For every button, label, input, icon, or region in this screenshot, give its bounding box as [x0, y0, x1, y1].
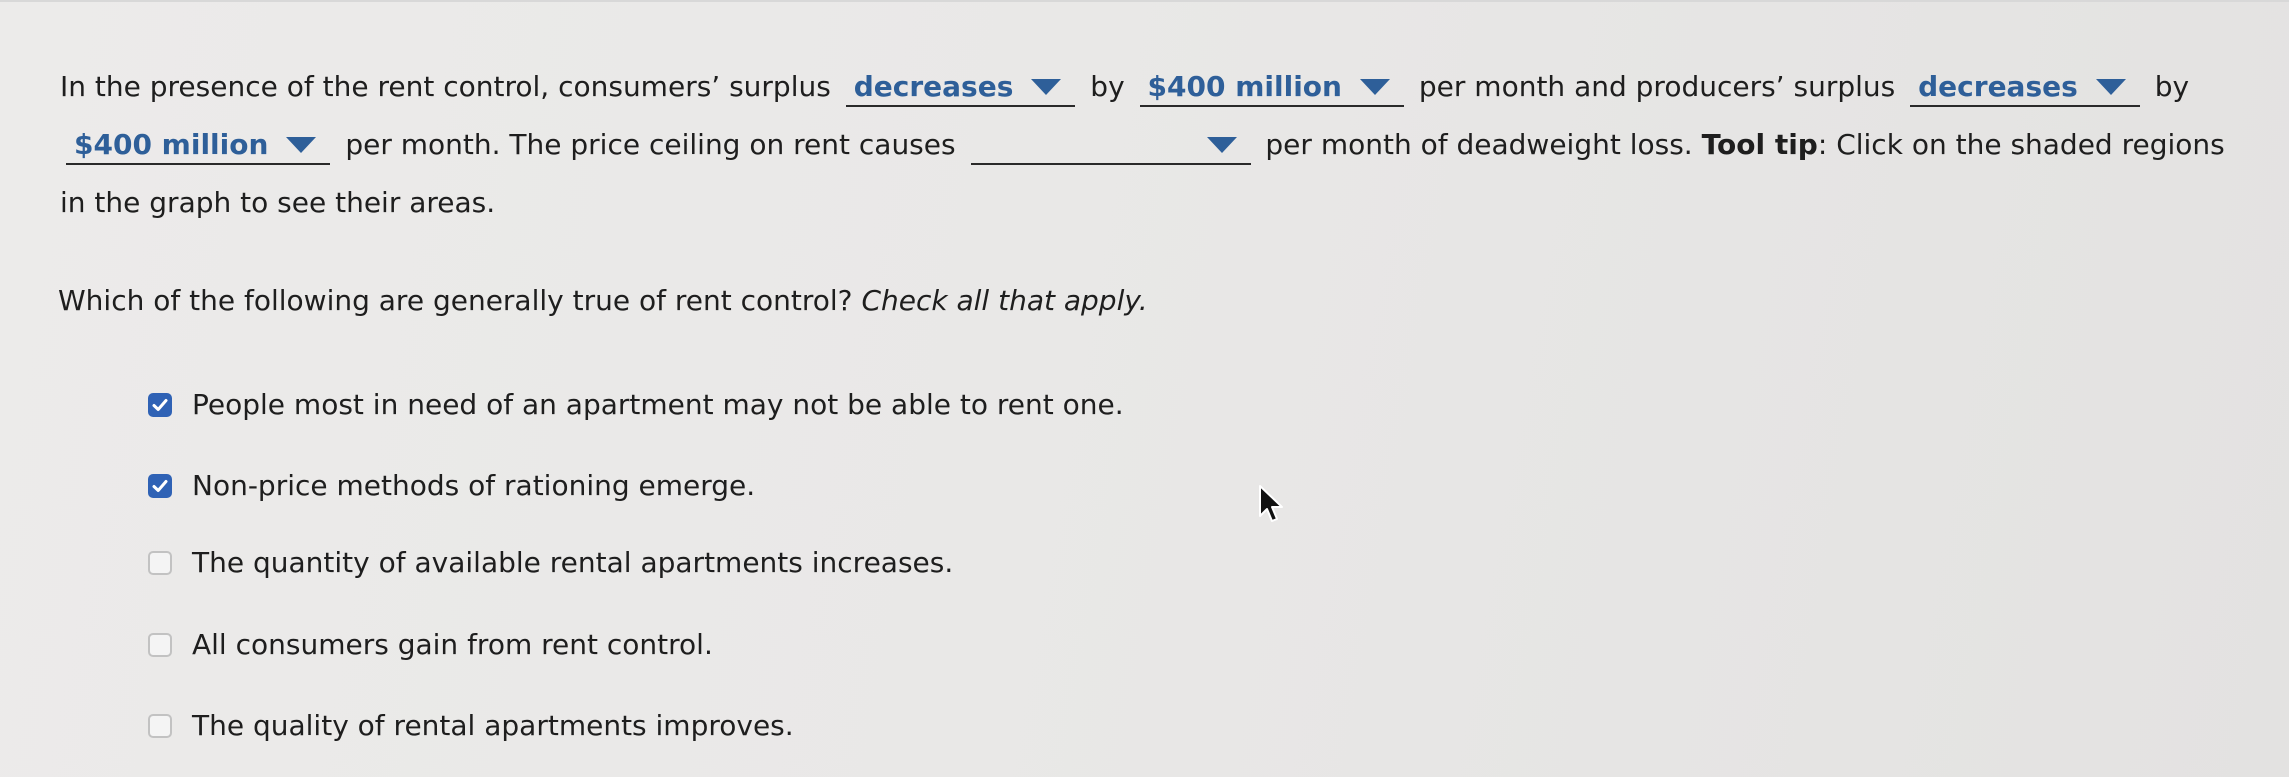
option-label: All consumers gain from rent control. [192, 628, 713, 661]
top-border [0, 0, 2289, 2]
checkmark-icon [152, 398, 168, 411]
dropdown-value: $400 million [1147, 70, 1342, 103]
option-checkbox[interactable] [148, 713, 172, 738]
answer-option-2[interactable]: Non-price methods of rationing emerge. [148, 469, 755, 502]
tool-tip-label: Tool tip [1701, 128, 1818, 161]
option-checkbox[interactable] [148, 550, 172, 575]
question-instruction: Check all that apply. [861, 284, 1148, 317]
caret-down-icon [1359, 79, 1390, 95]
option-checkbox[interactable] [148, 632, 172, 657]
dropdown-value: $400 million [74, 128, 269, 161]
option-label: Non-price methods of rationing emerge. [192, 469, 756, 502]
sentence-text: by [2154, 70, 2190, 103]
dropdown-value: decreases [853, 70, 1014, 103]
sentence-text: per month of deadweight loss. [1265, 128, 1693, 161]
sentence-text: per month and producers’ surplus [1418, 70, 1896, 103]
sentence-text: per month. The price ceiling on rent cau… [345, 128, 956, 161]
option-label: The quality of rental apartments improve… [192, 709, 794, 742]
answer-option-1[interactable]: People most in need of an apartment may … [148, 388, 1124, 421]
fill-in-sentence: In the presence of the rent control, con… [60, 58, 2240, 232]
answer-option-3[interactable]: The quantity of available rental apartme… [148, 546, 953, 579]
question-text: Which of the following are generally tru… [58, 284, 853, 317]
caret-down-icon [2095, 79, 2126, 95]
sentence-text: In the presence of the rent control, con… [60, 70, 831, 103]
option-label: People most in need of an apartment may … [192, 388, 1124, 421]
checkmark-icon [152, 479, 168, 492]
producer-surplus-change-dropdown[interactable]: decreases [1910, 69, 2140, 107]
producer-surplus-amount-dropdown[interactable]: $400 million [66, 127, 331, 165]
caret-down-icon [286, 137, 317, 153]
caret-down-icon [1206, 137, 1237, 153]
deadweight-loss-dropdown[interactable] [970, 127, 1251, 165]
option-checkbox[interactable] [148, 392, 172, 417]
caret-down-icon [1031, 79, 1062, 95]
consumer-surplus-amount-dropdown[interactable]: $400 million [1139, 69, 1404, 107]
consumer-surplus-change-dropdown[interactable]: decreases [845, 69, 1076, 107]
dropdown-value: decreases [1918, 70, 2078, 103]
option-checkbox[interactable] [148, 473, 172, 498]
mouse-pointer-icon [1259, 485, 1283, 522]
answer-option-4[interactable]: All consumers gain from rent control. [148, 628, 713, 661]
sentence-text: by [1090, 70, 1125, 103]
answer-option-5[interactable]: The quality of rental apartments improve… [148, 709, 794, 742]
option-label: The quantity of available rental apartme… [192, 546, 954, 579]
question-prompt: Which of the following are generally tru… [58, 284, 1148, 317]
